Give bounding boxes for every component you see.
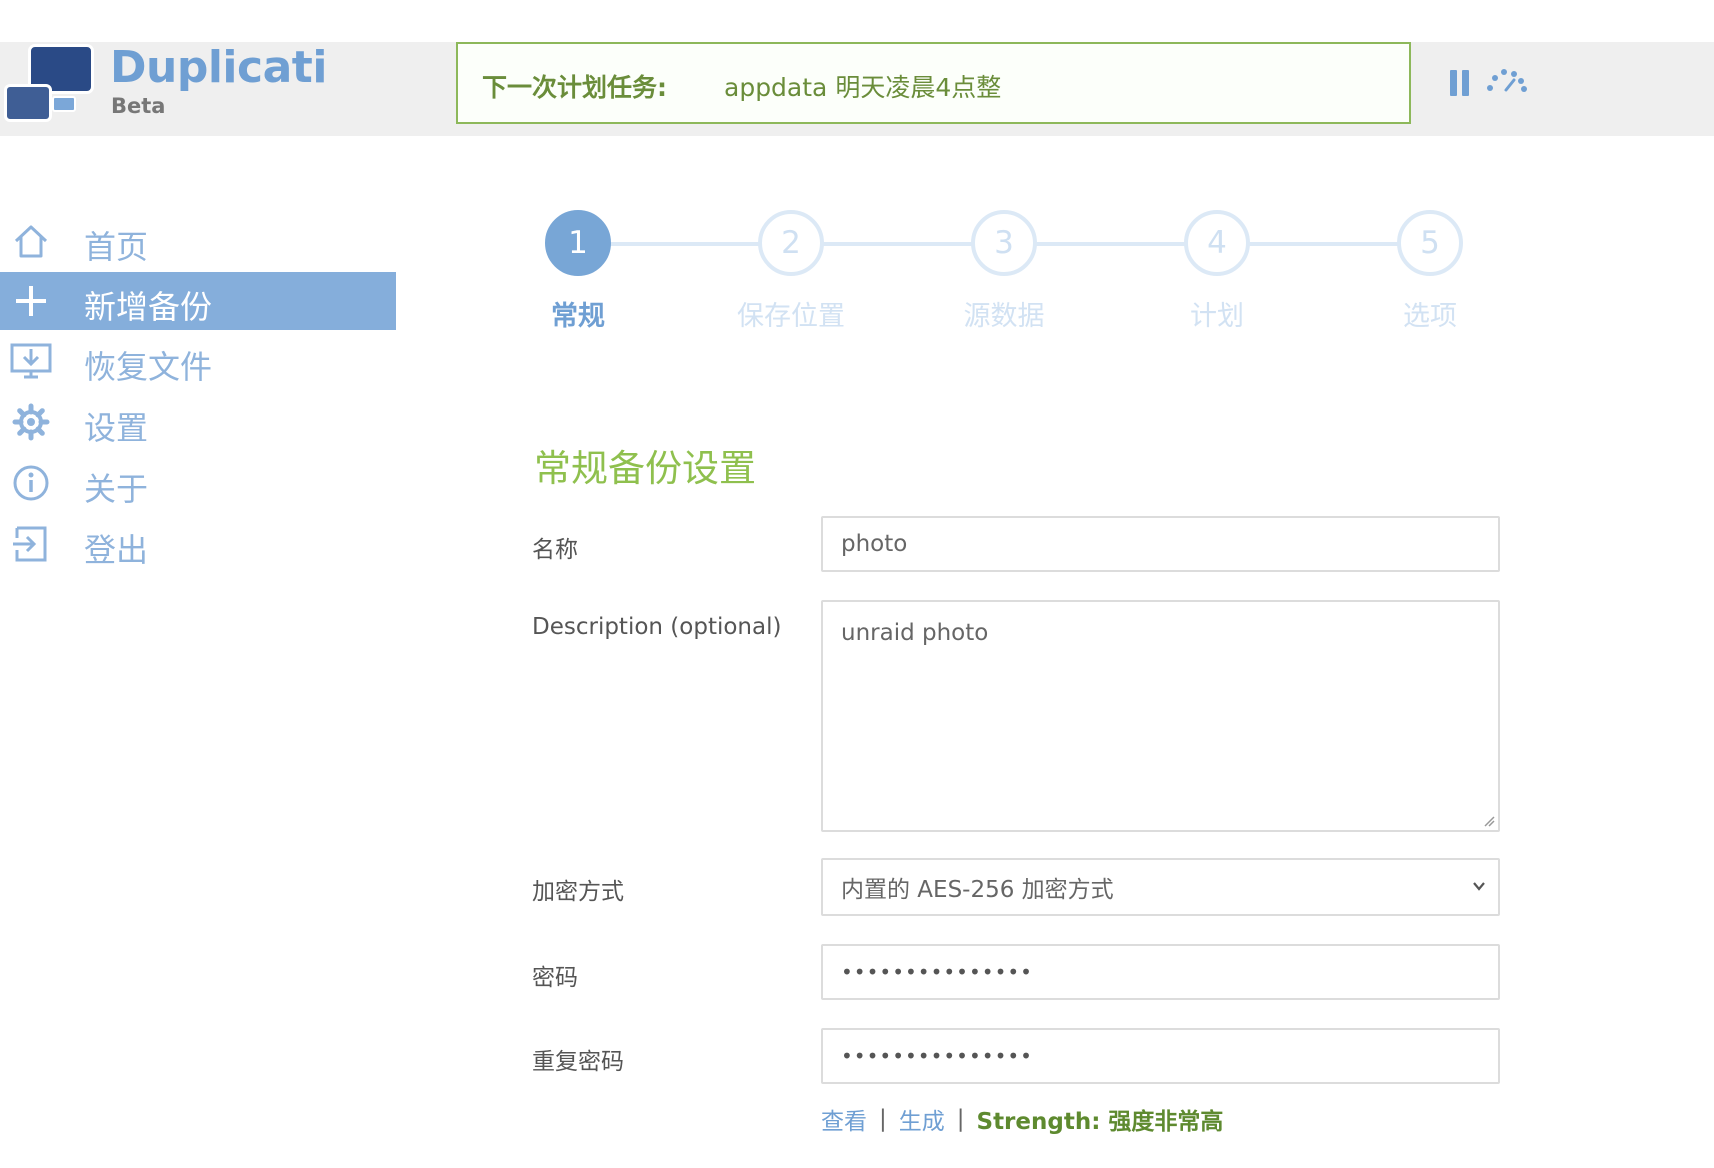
password-strength: Strength: 强度非常高	[976, 1109, 1224, 1135]
step-2-label[interactable]: 保存位置	[721, 294, 861, 333]
description-textarea[interactable]: unraid photo	[823, 602, 1498, 664]
status-text: appdata 明天凌晨4点整	[724, 73, 1002, 102]
sidebar-item-label: 登出	[84, 531, 149, 569]
sidebar-item-settings[interactable]: 设置	[0, 393, 396, 451]
logo-shape-small	[52, 96, 76, 112]
sidebar-item-label: 关于	[84, 470, 149, 508]
resize-grip-icon[interactable]	[1483, 815, 1495, 827]
name-label: 名称	[532, 537, 578, 563]
password-dots: •••••••••••••••	[841, 960, 1033, 984]
password-input[interactable]: •••••••••••••••	[821, 944, 1500, 1000]
gear-icon	[10, 402, 52, 442]
repeat-password-dots: •••••••••••••••	[841, 1044, 1033, 1068]
sidebar-item-label: 新增备份	[84, 288, 213, 326]
step-1-label[interactable]: 常规	[508, 294, 648, 333]
step-5-circle[interactable]: 5	[1397, 210, 1463, 276]
generate-password-link[interactable]: 生成	[899, 1102, 945, 1136]
speed-icon[interactable]	[1484, 66, 1528, 96]
repeat-password-input[interactable]: •••••••••••••••	[821, 1028, 1500, 1084]
sidebar-item-restore[interactable]: 恢复文件	[0, 332, 396, 390]
chevron-down-icon	[1473, 882, 1485, 891]
step-3-label[interactable]: 源数据	[934, 294, 1074, 333]
encryption-select[interactable]: 内置的 AES-256 加密方式	[821, 858, 1500, 916]
separator: |	[879, 1106, 887, 1132]
step-4-circle[interactable]: 4	[1184, 210, 1250, 276]
step-1-circle[interactable]: 1	[545, 210, 611, 276]
encryption-label: 加密方式	[532, 879, 624, 905]
top-header: Duplicati Beta 下一次计划任务: appdata 明天凌晨4点整	[0, 42, 1714, 136]
sidebar-item-about[interactable]: 关于	[0, 454, 396, 512]
status-label: 下一次计划任务:	[482, 73, 667, 102]
restore-icon	[10, 341, 52, 381]
logo-shape-mid	[4, 84, 52, 122]
pause-icon[interactable]	[1450, 70, 1472, 98]
brand-title[interactable]: Duplicati	[110, 42, 327, 93]
sidebar-item-home[interactable]: 首页	[0, 212, 396, 270]
show-password-link[interactable]: 查看	[821, 1102, 867, 1136]
password-label: 密码	[532, 965, 578, 991]
sidebar-item-label: 首页	[84, 228, 149, 266]
section-title: 常规备份设置	[534, 447, 756, 490]
brand-subtitle: Beta	[111, 94, 166, 118]
home-icon	[10, 221, 52, 261]
sidebar-item-add-backup[interactable]: 新增备份	[0, 272, 396, 330]
logout-icon	[10, 524, 52, 564]
step-4-label[interactable]: 计划	[1147, 294, 1287, 333]
sidebar-item-label: 恢复文件	[84, 348, 213, 386]
name-input[interactable]	[821, 516, 1500, 572]
repeat-password-label: 重复密码	[532, 1049, 624, 1075]
plus-icon	[10, 281, 52, 321]
password-actions: 查看 | 生成 | Strength: 强度非常高	[821, 1102, 1223, 1136]
duplicati-logo[interactable]	[0, 42, 120, 136]
encryption-selected-value: 内置的 AES-256 加密方式	[841, 877, 1114, 903]
separator: |	[956, 1106, 965, 1132]
description-label: Description (optional)	[532, 614, 782, 640]
step-3-circle[interactable]: 3	[971, 210, 1037, 276]
next-task-status: 下一次计划任务: appdata 明天凌晨4点整	[456, 42, 1411, 124]
info-icon	[10, 463, 52, 503]
sidebar-item-logout[interactable]: 登出	[0, 515, 396, 573]
step-2-circle[interactable]: 2	[758, 210, 824, 276]
step-5-label[interactable]: 选项	[1360, 294, 1500, 333]
description-textarea-wrap[interactable]: unraid photo	[821, 600, 1500, 832]
sidebar-item-label: 设置	[84, 409, 149, 447]
